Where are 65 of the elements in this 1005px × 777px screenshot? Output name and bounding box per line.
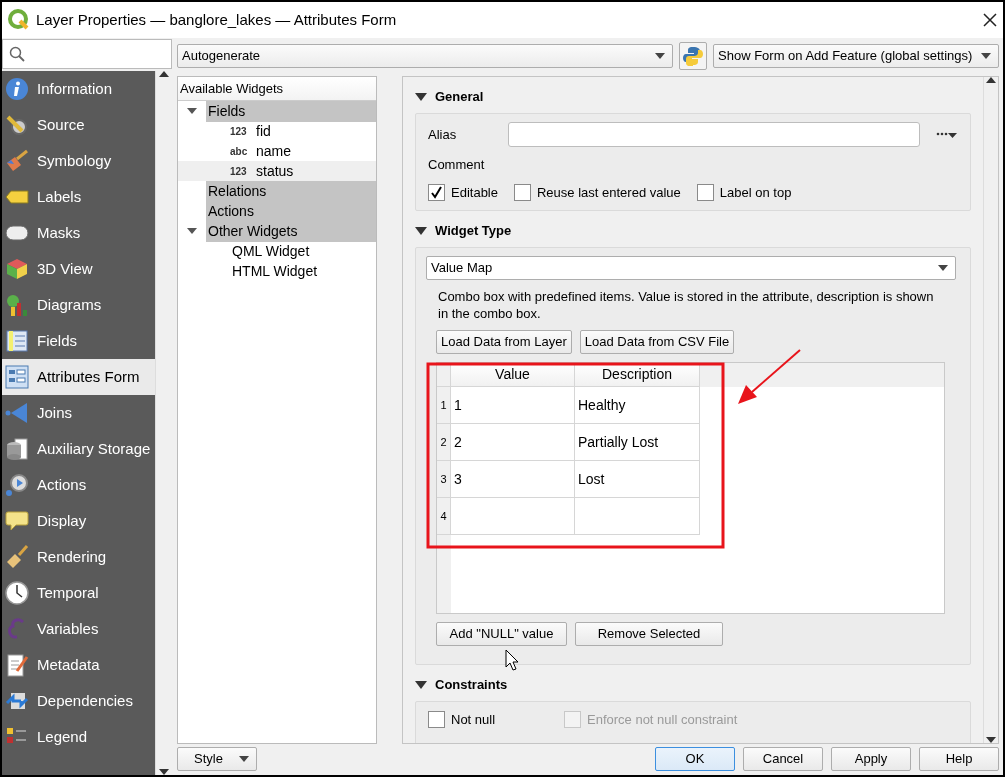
layout-dropdown[interactable]: Autogenerate xyxy=(177,44,673,68)
dialog-button[interactable]: Cancel xyxy=(743,747,823,771)
sidebar-item[interactable]: Symbology xyxy=(2,143,155,179)
alias-label: Alias xyxy=(428,125,458,144)
sidebar-item[interactable]: Display xyxy=(2,503,155,539)
sidebar-item[interactable]: Source xyxy=(2,107,155,143)
dialog-button[interactable]: OK xyxy=(655,747,735,771)
dialog-button[interactable]: Apply xyxy=(831,747,911,771)
sidebar-item[interactable]: Information xyxy=(2,71,155,107)
sidebar-item[interactable]: Variables xyxy=(2,611,155,647)
style-dropdown-button[interactable]: Style xyxy=(177,747,257,771)
sidebar-item[interactable]: Joins xyxy=(2,395,155,431)
tree-group[interactable]: Other Widgets xyxy=(206,220,376,242)
field-type-label: 123 xyxy=(230,124,248,139)
checkbox-label: Editable xyxy=(451,183,498,202)
tree-item[interactable]: 123 fid xyxy=(178,121,376,141)
checkbox-label: Reuse last entered value xyxy=(537,183,681,202)
field-type-label: 123 xyxy=(230,164,248,179)
section-title: Widget Type xyxy=(435,222,512,241)
checkbox-label: Label on top xyxy=(719,183,792,202)
description-text: Combo box with predefined items. Value is stored in the attribute, description is shown in the combo box. xyxy=(437,288,935,322)
comment-label: Comment xyxy=(428,156,486,174)
table-button[interactable]: Add "NULL" value xyxy=(436,622,567,646)
tree-item[interactable]: 123 status xyxy=(178,161,376,181)
sidebar-item[interactable]: Legend xyxy=(2,719,155,755)
table-cell[interactable]: Lost xyxy=(575,461,700,498)
row-number: 2 xyxy=(437,424,451,461)
tree-item[interactable]: HTML Widget xyxy=(178,261,376,281)
tree-item[interactable]: QML Widget xyxy=(178,241,376,261)
section-title: Constraints xyxy=(435,676,508,695)
sidebar-item[interactable]: Diagrams xyxy=(2,287,155,323)
window-title: Layer Properties — banglore_lakes — Attributes Form xyxy=(36,9,398,30)
sidebar-item[interactable]: Dependencies xyxy=(2,683,155,719)
table-cell[interactable]: Healthy xyxy=(575,387,700,424)
tree-item[interactable]: abc name xyxy=(178,141,376,161)
tree-group[interactable]: Relations xyxy=(206,180,376,202)
row-number: 3 xyxy=(437,461,451,498)
table-cell[interactable]: 3 xyxy=(451,461,575,498)
sidebar-item[interactable]: Fields xyxy=(2,323,155,359)
row-number: 4 xyxy=(437,498,451,535)
table-cell[interactable]: 1 xyxy=(451,387,575,424)
table-cell[interactable]: 2 xyxy=(451,424,575,461)
sidebar-item[interactable]: Labels xyxy=(2,179,155,215)
section-title: General xyxy=(435,88,484,107)
sidebar-item[interactable]: Rendering xyxy=(2,539,155,575)
sidebar-item[interactable]: Masks xyxy=(2,215,155,251)
show-form-dropdown[interactable]: Show Form on Add Feature (global settings) xyxy=(713,44,999,68)
dialog-button[interactable]: Help xyxy=(919,747,999,771)
sidebar-item[interactable]: Metadata xyxy=(2,647,155,683)
table-button[interactable]: Remove Selected xyxy=(575,622,723,646)
widget-type-dropdown[interactable]: Value Map xyxy=(426,256,956,280)
sidebar-item[interactable]: Actions xyxy=(2,467,155,503)
tree-group[interactable]: Actions xyxy=(206,200,376,222)
checkbox-label: Enforce not null constraint xyxy=(587,711,738,729)
checkbox-label: Not null xyxy=(451,711,496,729)
sidebar-item[interactable]: 3D View xyxy=(2,251,155,287)
sidebar-item[interactable]: Temporal xyxy=(2,575,155,611)
sidebar-item[interactable]: Auxiliary Storage xyxy=(2,431,155,467)
field-type-label: abc xyxy=(230,144,249,159)
tree-group[interactable]: Fields xyxy=(206,100,376,122)
load-button[interactable]: Load Data from Layer xyxy=(436,330,572,354)
sidebar-item[interactable]: Attributes Form xyxy=(2,359,155,395)
row-number: 1 xyxy=(437,387,451,424)
load-button[interactable]: Load Data from CSV File xyxy=(579,330,735,354)
table-cell[interactable]: Partially Lost xyxy=(575,424,700,461)
